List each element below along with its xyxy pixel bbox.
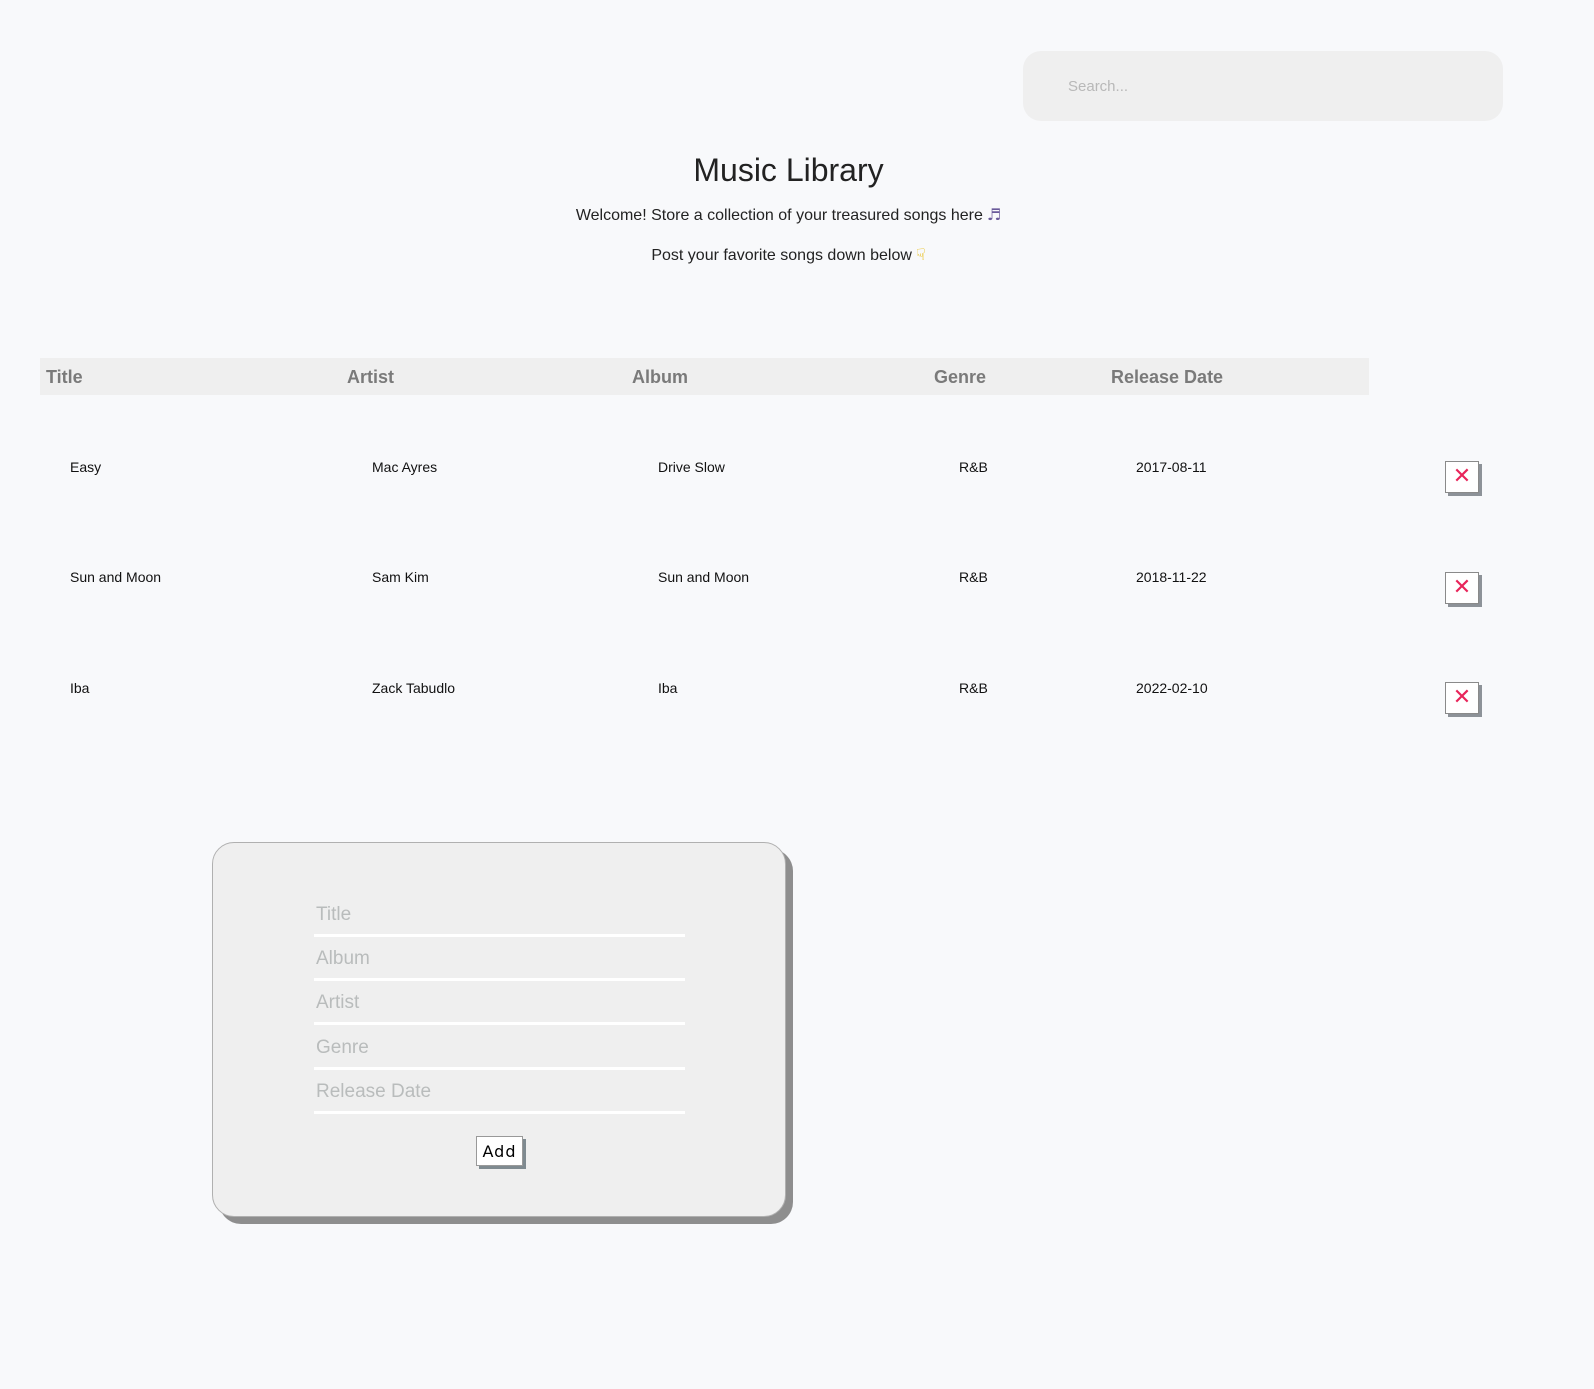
table-row: Sun and Moon Sam Kim Sun and Moon R&B 20… — [0, 569, 1594, 629]
page-title: Music Library — [693, 152, 884, 188]
delete-song-button[interactable]: ✕ — [1445, 682, 1479, 714]
table-row: Easy Mac Ayres Drive Slow R&B 2017-08-11… — [0, 459, 1594, 519]
column-header-album: Album — [632, 367, 688, 387]
add-song-button[interactable]: Add — [476, 1136, 523, 1166]
close-x-icon: ✕ — [1452, 464, 1472, 489]
table-header: Title Artist Album Genre Release Date — [40, 358, 1369, 395]
cell-artist: Sam Kim — [372, 569, 429, 585]
cell-artist: Zack Tabudlo — [372, 680, 456, 696]
column-header-title: Title — [46, 367, 83, 387]
cell-genre: R&B — [959, 459, 988, 475]
column-header-genre: Genre — [934, 367, 987, 387]
search-input[interactable] — [1023, 51, 1503, 121]
genre-field[interactable] — [314, 1028, 685, 1070]
release-date-field[interactable] — [314, 1072, 685, 1114]
artist-field[interactable] — [314, 983, 685, 1025]
album-field[interactable] — [314, 939, 685, 981]
pointing-down-hand-icon: ☟ — [915, 245, 926, 264]
add-song-form: Add — [212, 842, 786, 1217]
welcome-text: Welcome! Store a collection of your trea… — [0, 205, 1577, 225]
cell-release-date: 2018-11-22 — [1136, 569, 1207, 585]
cell-title: Iba — [70, 680, 90, 696]
prompt-text: Post your favorite songs down below ☟ — [0, 245, 1577, 265]
cell-genre: R&B — [959, 569, 988, 585]
title-field[interactable] — [314, 895, 685, 937]
cell-album: Iba — [658, 680, 678, 696]
cell-album: Drive Slow — [658, 459, 725, 475]
column-header-release-date: Release Date — [1111, 367, 1224, 387]
column-header-artist: Artist — [347, 367, 395, 387]
cell-title: Sun and Moon — [70, 569, 162, 585]
cell-genre: R&B — [959, 680, 988, 696]
cell-release-date: 2017-08-11 — [1136, 459, 1207, 475]
table-row: Iba Zack Tabudlo Iba R&B 2022-02-10 ✕ — [0, 680, 1594, 740]
delete-song-button[interactable]: ✕ — [1445, 572, 1479, 604]
close-x-icon: ✕ — [1452, 685, 1472, 710]
cell-artist: Mac Ayres — [372, 459, 438, 475]
prompt-label: Post your favorite songs down below — [651, 247, 912, 264]
close-x-icon: ✕ — [1452, 575, 1472, 600]
music-note-icon: ♬ — [986, 205, 1002, 224]
cell-album: Sun and Moon — [658, 569, 750, 585]
cell-title: Easy — [70, 459, 102, 475]
welcome-label: Welcome! Store a collection of your trea… — [575, 207, 983, 224]
delete-song-button[interactable]: ✕ — [1445, 461, 1479, 493]
cell-release-date: 2022-02-10 — [1136, 680, 1208, 696]
